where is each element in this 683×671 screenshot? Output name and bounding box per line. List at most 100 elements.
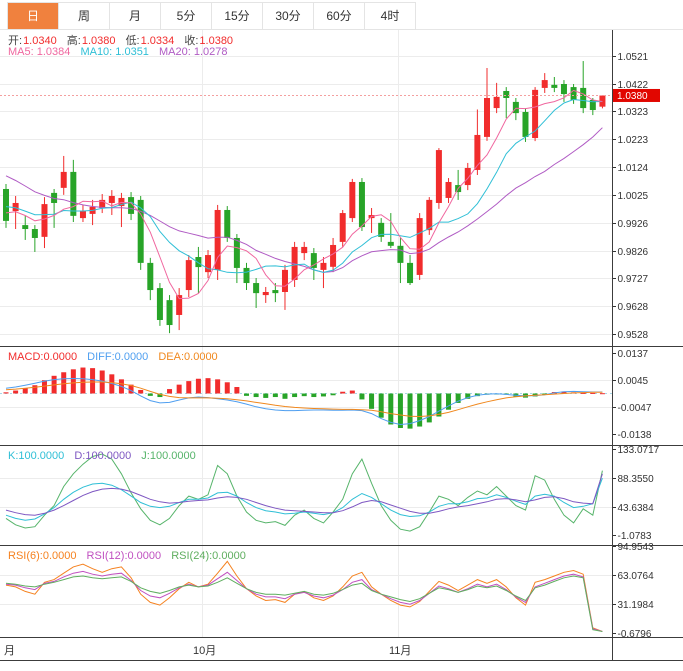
- candle: [580, 87, 587, 109]
- dea-line: [5, 381, 603, 418]
- price-axis-label: 0.9628: [618, 302, 649, 313]
- tab-day[interactable]: 日: [8, 3, 59, 29]
- price-axis-label: 1.0521: [618, 52, 649, 63]
- candle: [262, 292, 269, 296]
- macd-bar: [90, 368, 96, 394]
- macd-readout: MACD:0.0000 DIFF:0.0000 DEA:0.0000: [8, 351, 225, 363]
- rsi24-line: [5, 575, 603, 632]
- tab-30min[interactable]: 30分: [263, 3, 314, 29]
- macd-bar: [234, 387, 240, 394]
- candle: [551, 84, 558, 88]
- tab-week[interactable]: 周: [59, 3, 110, 29]
- candle: [3, 188, 9, 221]
- candle: [522, 111, 529, 137]
- tab-60min[interactable]: 60分: [314, 3, 365, 29]
- candle: [205, 255, 212, 273]
- rsi-axis-label: -0.6796: [618, 629, 652, 640]
- macd-bar: [186, 381, 192, 394]
- d-value: D:100.0000: [74, 450, 132, 462]
- macd-bar: [436, 393, 442, 417]
- tab-5min[interactable]: 5分: [161, 3, 212, 29]
- kdj-axis-label: -1.0783: [618, 531, 652, 542]
- candle: [272, 290, 279, 294]
- d-line: [5, 473, 603, 516]
- candle: [339, 213, 346, 242]
- tab-4hour[interactable]: 4时: [365, 3, 415, 29]
- macd-bar: [61, 372, 67, 394]
- ma20-value: MA20: 1.0278: [159, 46, 228, 58]
- rsi12-line: [5, 570, 603, 632]
- macd-bar: [599, 393, 605, 395]
- price-axis-label: 1.0124: [618, 163, 649, 174]
- candle: [41, 204, 48, 237]
- macd-bar: [138, 389, 144, 394]
- macd-axis-label: 0.0137: [618, 349, 649, 360]
- xaxis-label-sep: 月: [4, 645, 15, 657]
- macd-bar: [32, 385, 38, 394]
- rsi-axis-label: 94.9543: [618, 542, 655, 553]
- candle: [320, 262, 327, 270]
- kdj-readout: K:100.0000 D:100.0000 J:100.0000: [8, 450, 203, 462]
- dea-value: DEA:0.0000: [158, 351, 218, 363]
- candle: [214, 209, 221, 270]
- price-axis-label: 0.9528: [618, 330, 649, 341]
- macd-bar: [147, 393, 153, 396]
- macd-bar: [590, 392, 596, 394]
- price-axis-label: 0.9926: [618, 219, 649, 230]
- candle: [301, 246, 308, 254]
- macd-bar: [359, 393, 365, 400]
- macd-bar: [13, 390, 19, 394]
- j-value: J:100.0000: [141, 450, 196, 462]
- candle: [416, 218, 423, 275]
- macd-axis-label: -0.0138: [618, 430, 652, 441]
- candle: [60, 171, 67, 188]
- candle: [512, 101, 519, 114]
- candle: [108, 195, 115, 203]
- chart-canvas[interactable]: 1.05211.04221.03231.02231.01241.00250.99…: [0, 0, 683, 671]
- macd-bar: [80, 367, 86, 394]
- diff-value: DIFF:0.0000: [87, 351, 149, 363]
- macd-bar: [311, 393, 317, 398]
- macd-bar: [263, 393, 269, 398]
- ma5-line: [5, 89, 603, 300]
- candle: [31, 229, 38, 238]
- tab-month[interactable]: 月: [110, 3, 161, 29]
- macd-bar: [292, 393, 298, 398]
- rsi-axis-label: 31.1984: [618, 600, 655, 611]
- candle: [435, 150, 442, 203]
- candle: [166, 300, 173, 326]
- macd-bar: [282, 393, 288, 399]
- macd-bar: [167, 389, 173, 394]
- price-axis-label: 1.0223: [618, 135, 649, 146]
- candle: [560, 83, 567, 95]
- candle: [426, 199, 433, 231]
- candle: [147, 262, 154, 291]
- macd-bar: [397, 393, 403, 429]
- candle: [541, 80, 548, 88]
- candle: [281, 269, 288, 293]
- candle: [253, 283, 260, 294]
- macd-bar: [205, 378, 211, 394]
- macd-bar: [301, 393, 307, 397]
- ma10-value: MA10: 1.0351: [80, 46, 149, 58]
- candle: [156, 288, 163, 321]
- tab-15min[interactable]: 15分: [212, 3, 263, 29]
- xaxis-label-nov: 11月: [389, 645, 412, 657]
- ma5-value: MA5: 1.0384: [8, 46, 71, 58]
- macd-bar: [272, 393, 278, 398]
- candle: [349, 181, 356, 219]
- k-value: K:100.0000: [8, 450, 65, 462]
- candle: [503, 90, 510, 98]
- candle: [224, 209, 231, 238]
- macd-bar: [426, 393, 432, 423]
- kdj-axis-label: 88.3550: [618, 474, 655, 485]
- timeframe-tabs: 日 周 月 5分 15分 30分 60分 4时: [7, 2, 416, 30]
- candle: [570, 87, 577, 100]
- candle: [397, 245, 404, 263]
- rsi24-value: RSI(24):0.0000: [171, 550, 246, 562]
- candle: [358, 181, 365, 228]
- candle: [79, 211, 86, 219]
- rsi-axis-label: 63.0764: [618, 571, 655, 582]
- candle: [22, 225, 29, 230]
- macd-bar: [330, 393, 336, 396]
